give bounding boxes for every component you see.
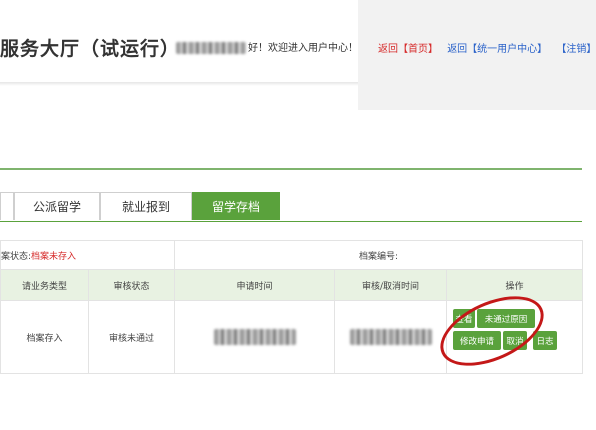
archive-number-cell: 档案编号: xyxy=(173,240,584,270)
welcome-text: 好！欢迎进入用户中心！ xyxy=(248,43,358,54)
cancel-button[interactable]: 取消 xyxy=(503,331,527,350)
column-header-review-time: 审核/取消时间 xyxy=(334,269,447,301)
tab-underline xyxy=(0,221,582,222)
archive-table: 案状态:档案未存入 档案编号: 请业务类型 审核状态 申请时间 审核/取消时间 … xyxy=(0,240,584,374)
tab-government-study-abroad[interactable]: 公派留学 xyxy=(14,192,100,220)
header-shadow xyxy=(0,82,358,86)
cell-actions: 查看 未通过原因 修改申请 取消 日志 xyxy=(445,300,584,374)
cell-type: 档案存入 xyxy=(0,300,89,374)
home-link[interactable]: 返回【首页】 xyxy=(378,44,438,55)
cell-apply-time xyxy=(174,300,335,374)
user-center-link[interactable]: 返回【统一用户中心】 xyxy=(447,44,547,55)
tab-study-abroad-archive[interactable]: 留学存档 xyxy=(192,192,280,220)
header-links: 返回【首页】 返回【统一用户中心】 【注销】 xyxy=(378,40,596,55)
info-row: 案状态:档案未存入 档案编号: xyxy=(0,240,584,270)
redacted-apply-time xyxy=(213,329,296,345)
redacted-username xyxy=(176,42,246,54)
header-right-panel xyxy=(358,0,596,110)
view-button[interactable]: 查看 xyxy=(453,309,475,328)
redacted-review-time xyxy=(349,329,432,345)
column-header-type: 请业务类型 xyxy=(0,269,89,301)
welcome-message: 好！欢迎进入用户中心！ xyxy=(176,39,358,54)
section-divider xyxy=(0,168,582,170)
cell-status: 审核未通过 xyxy=(88,300,175,374)
archive-status-value: 档案未存入 xyxy=(31,251,77,262)
column-header-actions: 操作 xyxy=(445,269,584,301)
tab-partial[interactable] xyxy=(0,192,14,220)
column-header-apply-time: 申请时间 xyxy=(174,269,335,301)
table-header-row: 请业务类型 审核状态 申请时间 审核/取消时间 操作 xyxy=(0,269,584,301)
rejection-reason-button[interactable]: 未通过原因 xyxy=(477,309,535,328)
column-header-status: 审核状态 xyxy=(88,269,175,301)
page-title: 服务大厅（试运行） xyxy=(0,38,181,60)
logout-link[interactable]: 【注销】 xyxy=(556,44,596,55)
top-header: 服务大厅（试运行） 好！欢迎进入用户中心！ 返回【首页】 返回【统一用户中心】 … xyxy=(0,0,596,110)
log-button[interactable]: 日志 xyxy=(533,331,557,350)
archive-number-label: 档案编号: xyxy=(358,251,399,262)
archive-status-cell: 案状态:档案未存入 xyxy=(0,240,175,270)
tab-employment-registration[interactable]: 就业报到 xyxy=(100,192,192,220)
archive-status-label: 案状态: xyxy=(1,251,32,262)
modify-application-button[interactable]: 修改申请 xyxy=(453,331,501,350)
action-buttons: 查看 未通过原因 修改申请 取消 日志 xyxy=(447,301,582,373)
tab-bar: 公派留学 就业报到 留学存档 xyxy=(0,192,280,222)
cell-review-time xyxy=(334,300,447,374)
table-row: 档案存入 审核未通过 查看 未通过原因 修改申请 取消 日志 xyxy=(0,300,584,374)
